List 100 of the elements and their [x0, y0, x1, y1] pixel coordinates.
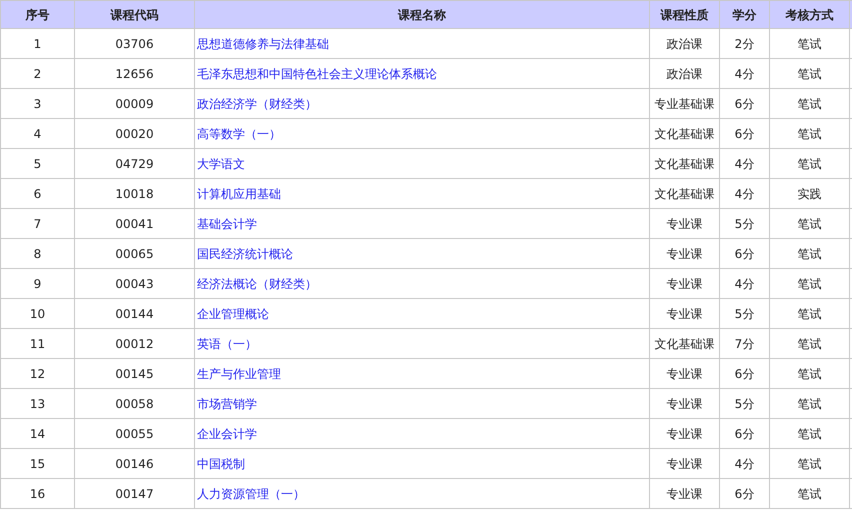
- table-cell: 笔试: [770, 388, 850, 418]
- table-cell: 00065: [74, 238, 194, 268]
- table-cell: 2分: [720, 28, 770, 58]
- table-cell: 6分: [720, 418, 770, 448]
- table-cell: 00055: [74, 418, 194, 448]
- course-link[interactable]: 市场营销学: [197, 396, 257, 410]
- table-cell: 03706: [74, 28, 194, 58]
- table-cell: 6分: [720, 358, 770, 388]
- table-cell: 笔试: [770, 328, 850, 358]
- table-cell: 6分: [720, 478, 770, 508]
- course-link[interactable]: 基础会计学: [197, 216, 257, 230]
- table-cell: 1: [0, 28, 74, 58]
- table-cell: 7: [0, 208, 74, 238]
- table-cell: 4分: [720, 448, 770, 478]
- table-cell: 12: [0, 358, 74, 388]
- table-cell: 文化基础课: [650, 118, 720, 148]
- table-cell: 00041: [74, 208, 194, 238]
- table-cell: 6分: [720, 238, 770, 268]
- course-link[interactable]: 生产与作业管理: [197, 366, 281, 380]
- table-cell: 笔试: [770, 448, 850, 478]
- table-cell: 笔试: [770, 358, 850, 388]
- course-link[interactable]: 国民经济统计概论: [197, 246, 293, 260]
- table-cell: 专业课: [650, 238, 720, 268]
- table-cell: 00145: [74, 358, 194, 388]
- table-cell: 文化基础课: [650, 328, 720, 358]
- course-link[interactable]: 经济法概论（财经类）: [197, 276, 317, 290]
- table-cell: 16: [0, 478, 74, 508]
- table-cell: 4分: [720, 58, 770, 88]
- table-cell: 笔试: [770, 148, 850, 178]
- table-cell: 00058: [74, 388, 194, 418]
- table-cell: 2: [0, 58, 74, 88]
- course-link[interactable]: 大学语文: [197, 156, 245, 170]
- table-cell: 00009: [74, 88, 194, 118]
- table-cell: 政治课: [650, 28, 720, 58]
- column-header: 课程性质: [650, 0, 720, 28]
- course-link[interactable]: 中国税制: [197, 456, 245, 470]
- table-cell: 专业课: [650, 298, 720, 328]
- table-cell: 政治课: [650, 58, 720, 88]
- table-cell: 6分: [720, 118, 770, 148]
- table-cell: 笔试: [770, 478, 850, 508]
- table-cell: 12656: [74, 58, 194, 88]
- table-cell: 10018: [74, 178, 194, 208]
- table-cell: 3: [0, 88, 74, 118]
- table-cell: 笔试: [770, 208, 850, 238]
- course-link[interactable]: 计算机应用基础: [197, 186, 281, 200]
- table-cell: 笔试: [770, 298, 850, 328]
- column-header: 课程名称: [194, 0, 650, 28]
- table-cell: 04729: [74, 148, 194, 178]
- table-cell: 00144: [74, 298, 194, 328]
- table-cell: 实践: [770, 178, 850, 208]
- table-cell: 4分: [720, 148, 770, 178]
- table-cell: 笔试: [770, 418, 850, 448]
- course-link[interactable]: 企业管理概论: [197, 306, 269, 320]
- table-cell: 5: [0, 148, 74, 178]
- column-header: 课程代码: [74, 0, 194, 28]
- column-header: 考核方式: [770, 0, 850, 28]
- table-cell: 专业课: [650, 388, 720, 418]
- table-cell: 笔试: [770, 58, 850, 88]
- table-cell: 00146: [74, 448, 194, 478]
- table-cell: 笔试: [770, 268, 850, 298]
- column-header: 序号: [0, 0, 74, 28]
- table-cell: 笔试: [770, 88, 850, 118]
- table-cell: 00147: [74, 478, 194, 508]
- table-cell: 专业课: [650, 208, 720, 238]
- table-cell: 专业课: [650, 268, 720, 298]
- course-link[interactable]: 企业会计学: [197, 426, 257, 440]
- table-cell: 5分: [720, 298, 770, 328]
- table-cell: 专业课: [650, 478, 720, 508]
- table-cell: 文化基础课: [650, 178, 720, 208]
- table-cell: 5分: [720, 388, 770, 418]
- course-link[interactable]: 高等数学（一）: [197, 126, 281, 140]
- table-cell: 专业基础课: [650, 88, 720, 118]
- table-cell: 10: [0, 298, 74, 328]
- table-cell: 笔试: [770, 238, 850, 268]
- table-cell: 00020: [74, 118, 194, 148]
- table-cell: 7分: [720, 328, 770, 358]
- table-cell: 11: [0, 328, 74, 358]
- table-cell: 笔试: [770, 28, 850, 58]
- table-cell: 4: [0, 118, 74, 148]
- course-link[interactable]: 思想道德修养与法律基础: [197, 36, 329, 50]
- table-cell: 笔试: [770, 118, 850, 148]
- course-link[interactable]: 政治经济学（财经类）: [197, 96, 317, 110]
- table-cell: 9: [0, 268, 74, 298]
- table-cell: 文化基础课: [650, 148, 720, 178]
- course-link[interactable]: 人力资源管理（一）: [197, 486, 305, 500]
- table-cell: 13: [0, 388, 74, 418]
- table-cell: 4分: [720, 178, 770, 208]
- table-cell: 5分: [720, 208, 770, 238]
- table-cell: 14: [0, 418, 74, 448]
- table-cell: 6分: [720, 88, 770, 118]
- table-cell: 6: [0, 178, 74, 208]
- table-cell: 4分: [720, 268, 770, 298]
- column-header: 学分: [720, 0, 770, 28]
- table-cell: 15: [0, 448, 74, 478]
- course-link[interactable]: 英语（一）: [197, 336, 257, 350]
- table-cell: 8: [0, 238, 74, 268]
- table-cell: 00012: [74, 328, 194, 358]
- table-cell: 专业课: [650, 358, 720, 388]
- table-cell: 专业课: [650, 418, 720, 448]
- table-cell: 专业课: [650, 448, 720, 478]
